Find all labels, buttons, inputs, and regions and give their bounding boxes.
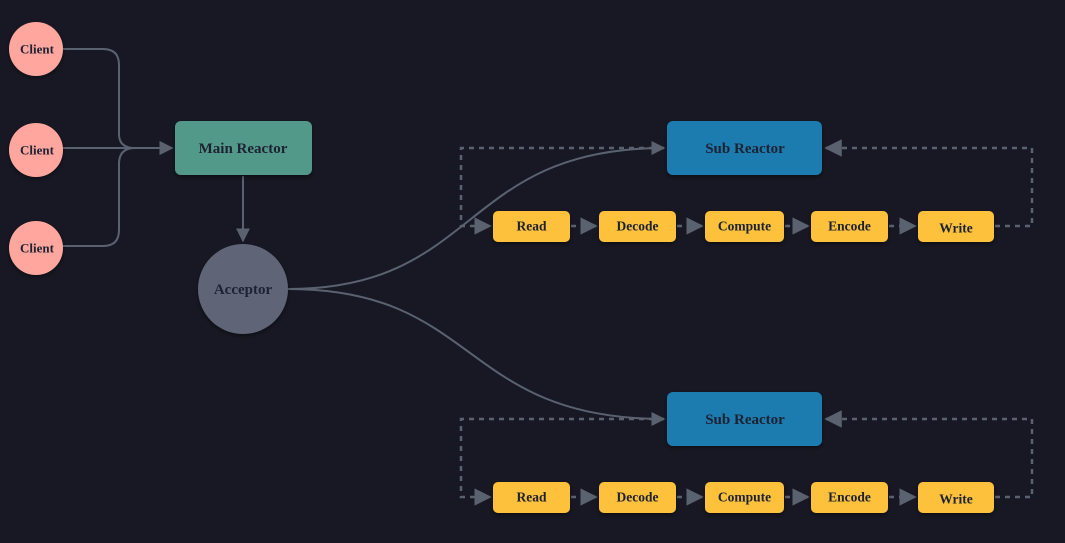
task-node-compute[interactable]: Compute (705, 211, 784, 242)
task-node-write[interactable]: Write (918, 211, 994, 242)
task-label: Decode (617, 219, 659, 234)
sub-reactor-label: Sub Reactor (705, 141, 785, 157)
task-label: Compute (718, 219, 771, 234)
sub-reactor-node[interactable]: Sub Reactor (667, 392, 822, 446)
task-node-encode[interactable]: Encode (811, 482, 888, 513)
client-label: Client (20, 143, 55, 158)
task-label: Write (939, 492, 973, 507)
task-node-write[interactable]: Write (918, 482, 994, 513)
sub-reactor-label: Sub Reactor (705, 412, 785, 428)
client-nodes: Client Client Client (9, 22, 63, 275)
task-label: Compute (718, 490, 771, 505)
task-node-decode[interactable]: Decode (599, 482, 676, 513)
task-node-read[interactable]: Read (493, 211, 570, 242)
client-node[interactable]: Client (9, 221, 63, 275)
sub-reactor-group: Sub Reactor Read Decode Compute Encode Write (459, 121, 1034, 242)
main-reactor-node[interactable]: Main Reactor (175, 121, 312, 175)
task-label: Read (517, 219, 547, 234)
acceptor-node[interactable]: Acceptor (198, 244, 288, 334)
client-label: Client (20, 42, 55, 57)
client-label: Client (20, 241, 55, 256)
task-node-read[interactable]: Read (493, 482, 570, 513)
task-label: Read (517, 490, 547, 505)
edge-acceptor-sub-2 (287, 288, 666, 426)
edge-client-1-main (63, 48, 174, 155)
task-node-decode[interactable]: Decode (599, 211, 676, 242)
task-node-encode[interactable]: Encode (811, 211, 888, 242)
client-node[interactable]: Client (9, 123, 63, 177)
sub-reactor-node[interactable]: Sub Reactor (667, 121, 822, 175)
task-node-compute[interactable]: Compute (705, 482, 784, 513)
main-reactor-label: Main Reactor (199, 141, 288, 157)
sub-reactor-group: Sub Reactor Read Decode Compute Encode Write (459, 392, 1034, 513)
reactor-diagram: Sub ReactorRead Decode Compute Encode WriteS… (9, 22, 1034, 513)
task-label: Write (939, 221, 973, 236)
edge-client-3-main (63, 147, 172, 247)
task-label: Decode (617, 490, 659, 505)
client-node[interactable]: Client (9, 22, 63, 76)
task-label: Encode (828, 490, 871, 505)
task-label: Encode (828, 219, 871, 234)
acceptor-label: Acceptor (214, 282, 273, 298)
